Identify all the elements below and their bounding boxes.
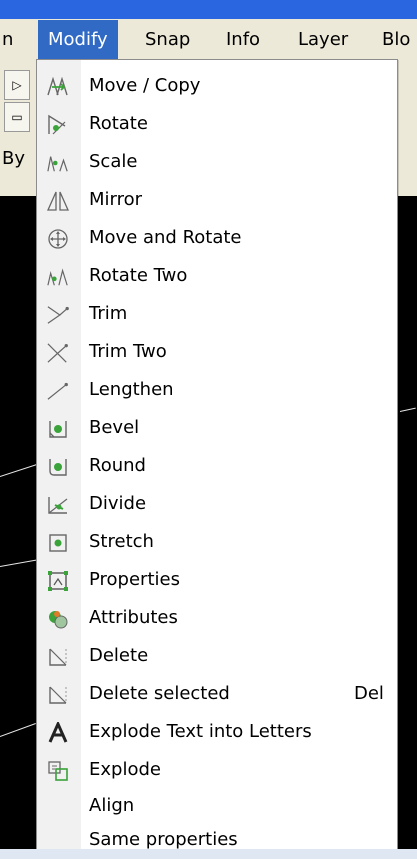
menu-item-move-copy[interactable]: Move / Copy — [37, 67, 397, 105]
menu-item-divide[interactable]: Divide — [37, 485, 397, 523]
shortcut-label: Del — [354, 683, 384, 704]
menu-block-partial[interactable]: Blo — [382, 19, 410, 60]
canvas-line — [0, 559, 38, 567]
menu-item-label: Divide — [89, 493, 147, 514]
left-toolbar: ▷ ▭ By — [0, 60, 38, 196]
menu-item-label: Mirror — [89, 189, 143, 210]
menu-item-label: Trim Two — [89, 341, 167, 362]
menu-item-explode[interactable]: Explode — [37, 751, 397, 789]
menu-item-label: Align — [89, 795, 135, 816]
bevel-icon — [47, 418, 69, 440]
menu-item-trim[interactable]: Trim — [37, 295, 397, 333]
explode-icon — [47, 760, 69, 782]
menu-item-label: Delete selected — [89, 683, 230, 704]
divide-icon — [47, 494, 69, 516]
menu-info[interactable]: Info — [226, 19, 260, 60]
canvas-line — [0, 463, 39, 477]
menu-item-attributes[interactable]: Attributes — [37, 599, 397, 637]
canvas-line — [0, 723, 36, 737]
menu-item-label: Stretch — [89, 531, 154, 552]
toolbar-button[interactable]: ▷ — [4, 70, 30, 100]
move-copy-icon — [47, 76, 69, 98]
menu-item-label: Move and Rotate — [89, 227, 242, 248]
round-icon — [47, 456, 69, 478]
explode-text-icon — [47, 722, 69, 744]
stretch-icon — [47, 532, 69, 554]
menu-item-trim-two[interactable]: Trim Two — [37, 333, 397, 371]
menu-item-label: Explode Text into Letters — [89, 721, 312, 742]
menu-view-partial[interactable]: n — [2, 19, 13, 60]
menu-item-align[interactable]: Align — [37, 787, 397, 825]
menu-item-move-and-rotate[interactable]: Move and Rotate — [37, 219, 397, 257]
menu-item-label: Move / Copy — [89, 75, 201, 96]
menu-item-bevel[interactable]: Bevel — [37, 409, 397, 447]
menu-item-rotate[interactable]: Rotate — [37, 105, 397, 143]
menu-item-label: Rotate — [89, 113, 148, 134]
right-toolbar — [398, 60, 417, 196]
menu-item-label: Trim — [89, 303, 128, 324]
scale-icon — [47, 152, 69, 174]
properties-icon — [47, 570, 69, 592]
menu-item-explode-text[interactable]: Explode Text into Letters — [37, 713, 397, 751]
menu-item-mirror[interactable]: Mirror — [37, 181, 397, 219]
trim-icon — [47, 304, 69, 326]
mirror-icon — [47, 190, 69, 212]
menu-bar: n Modify Snap Info Layer Blo — [0, 19, 417, 61]
menu-item-label: Delete — [89, 645, 149, 666]
rotate-two-icon — [47, 266, 69, 288]
menu-item-label: Lengthen — [89, 379, 174, 400]
menu-item-label: Round — [89, 455, 146, 476]
menu-item-properties[interactable]: Properties — [37, 561, 397, 599]
canvas-line — [399, 407, 416, 412]
toolbar-button[interactable]: ▭ — [4, 102, 30, 132]
menu-item-scale[interactable]: Scale — [37, 143, 397, 181]
delete-icon — [47, 646, 69, 668]
canvas-right-edge — [398, 196, 417, 859]
menu-item-label: Bevel — [89, 417, 140, 438]
menu-item-rotate-two[interactable]: Rotate Two — [37, 257, 397, 295]
menu-item-stretch[interactable]: Stretch — [37, 523, 397, 561]
menu-item-label: Properties — [89, 569, 180, 590]
menu-item-label: Scale — [89, 151, 138, 172]
menu-item-delete-selected[interactable]: Delete selected Del — [37, 675, 397, 713]
menu-item-round[interactable]: Round — [37, 447, 397, 485]
by-layer-label: By — [2, 148, 26, 169]
menu-item-label: Rotate Two — [89, 265, 188, 286]
menu-layer[interactable]: Layer — [298, 19, 348, 60]
rotate-icon — [47, 114, 69, 136]
menu-modify[interactable]: Modify — [38, 20, 118, 59]
modify-dropdown-menu: Move / Copy Rotate Scale Mirror Move and… — [36, 59, 398, 859]
title-bar-strip — [0, 0, 417, 19]
menu-item-label: Attributes — [89, 607, 178, 628]
menu-item-delete[interactable]: Delete — [37, 637, 397, 675]
menu-snap[interactable]: Snap — [145, 19, 190, 60]
menu-item-label: Explode — [89, 759, 161, 780]
attributes-icon — [47, 608, 69, 630]
menu-item-lengthen[interactable]: Lengthen — [37, 371, 397, 409]
lengthen-icon — [47, 380, 69, 402]
delete-selected-icon — [47, 684, 69, 706]
bottom-strip — [0, 849, 417, 859]
trim-two-icon — [47, 342, 69, 364]
move-and-rotate-icon — [47, 228, 69, 250]
